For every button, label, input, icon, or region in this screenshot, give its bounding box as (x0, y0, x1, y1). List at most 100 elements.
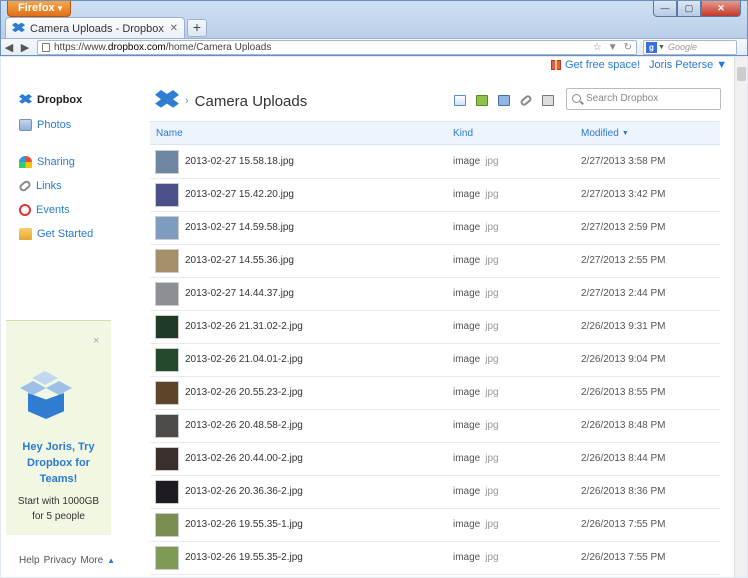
address-bar[interactable]: https://www.dropbox.com/home/Camera Uplo… (37, 40, 637, 55)
file-modified: 2/26/2013 9:31 PM (581, 321, 666, 332)
close-window-button[interactable]: ✕ (701, 1, 741, 17)
file-name[interactable]: 2013-02-27 14.55.36.jpg (185, 255, 294, 266)
tab-close-icon[interactable]: ✕ (170, 23, 178, 34)
file-name[interactable]: 2013-02-26 21.31.02-2.jpg (185, 321, 303, 332)
firefox-menu-button[interactable]: Firefox ▼ (7, 1, 71, 17)
teams-promo: × Hey Joris, Try Dropbox for Teams! Star… (6, 320, 111, 535)
file-name[interactable]: 2013-02-27 15.58.18.jpg (185, 156, 294, 167)
file-row[interactable]: 2013-02-26 20.44.00-2.jpg image jpg 2/26/20… (150, 443, 720, 476)
dropbox-box-illustration (20, 371, 72, 421)
page-scrollbar[interactable] (734, 57, 747, 577)
file-name[interactable]: 2013-02-26 20.44.00-2.jpg (185, 453, 303, 464)
file-row[interactable]: 2013-02-27 14.44.37.jpg image jpg 2/27/2013… (150, 278, 720, 311)
help-link[interactable]: Help (19, 555, 40, 566)
file-kind-label: image (453, 387, 481, 398)
show-deleted-icon[interactable] (542, 95, 554, 106)
file-name[interactable]: 2013-02-27 14.59.58.jpg (185, 222, 294, 233)
file-extension: jpg (485, 321, 499, 332)
file-thumbnail[interactable] (155, 447, 179, 471)
breadcrumb: › Camera Uploads (155, 90, 307, 112)
user-menu[interactable]: Joris Peterse ▼ (649, 59, 727, 71)
maximize-button[interactable]: ▢ (677, 1, 701, 17)
new-tab-button[interactable]: + (187, 19, 207, 37)
breadcrumb-separator: › (185, 95, 189, 107)
browser-search-field[interactable]: g ▼ Google (643, 40, 737, 55)
more-link[interactable]: More (80, 555, 103, 566)
column-header-modified[interactable]: Modified ▼ (581, 128, 629, 139)
column-header-kind[interactable]: Kind (453, 128, 473, 139)
file-kind-label: image (453, 321, 481, 332)
file-thumbnail[interactable] (155, 150, 179, 174)
file-list-header: Name Kind Modified ▼ (150, 121, 720, 145)
file-row[interactable]: 2013-02-26 21.04.01-2.jpg image jpg 2/26/20… (150, 344, 720, 377)
file-thumbnail[interactable] (155, 414, 179, 438)
file-row[interactable]: 2013-02-26 20.48.58-2.jpg image jpg 2/26/20… (150, 410, 720, 443)
promo-title-link[interactable]: Hey Joris, Try Dropbox for Teams! (6, 439, 111, 487)
file-row[interactable]: 2013-02-27 15.42.20.jpg image jpg 2/27/2013… (150, 179, 720, 212)
sidebar-item-events[interactable]: Events (19, 202, 70, 218)
sidebar-item-label: Sharing (37, 156, 75, 168)
file-name[interactable]: 2013-02-26 20.48.58-2.jpg (185, 420, 303, 431)
browser-tab[interactable]: Camera Uploads - Dropbox ✕ (5, 17, 185, 39)
url-prefix: https://www. (54, 42, 108, 53)
get-link-icon[interactable] (519, 93, 533, 108)
bookmark-star-icon[interactable]: ☆ (593, 41, 602, 54)
file-modified: 2/26/2013 8:36 PM (581, 486, 666, 497)
new-folder-icon[interactable] (476, 95, 488, 106)
get-free-space-label: Get free space! (565, 59, 641, 71)
file-thumbnail[interactable] (155, 546, 179, 570)
file-row[interactable]: 2013-02-26 19.55.35-2.jpg image jpg 2/26/20… (150, 542, 720, 575)
sidebar-item-get-started[interactable]: Get Started (19, 226, 93, 242)
sidebar-item-photos[interactable]: Photos (19, 117, 71, 133)
file-thumbnail[interactable] (155, 381, 179, 405)
file-kind: image jpg (453, 552, 499, 563)
minimize-button[interactable]: — (653, 1, 677, 17)
file-row[interactable]: 2013-02-26 19.55.35-1.jpg image jpg 2/26/20… (150, 509, 720, 542)
share-folder-icon[interactable] (498, 95, 510, 106)
history-dropdown-icon[interactable]: ▼ (608, 41, 618, 54)
file-thumbnail[interactable] (155, 348, 179, 372)
dropbox-home-icon[interactable] (155, 90, 179, 108)
get-free-space-link[interactable]: Get free space! (551, 59, 640, 71)
file-name[interactable]: 2013-02-26 19.55.35-1.jpg (185, 519, 303, 530)
file-name[interactable]: 2013-02-26 20.36.36-2.jpg (185, 486, 303, 497)
sidebar-item-dropbox[interactable]: Dropbox (19, 92, 82, 108)
reload-icon[interactable]: ↻ (624, 41, 632, 54)
google-icon[interactable]: g (646, 42, 657, 53)
file-list: 2013-02-27 15.58.18.jpg image jpg 2/27/2013… (150, 146, 720, 575)
file-thumbnail[interactable] (155, 216, 179, 240)
file-name[interactable]: 2013-02-27 15.42.20.jpg (185, 189, 294, 200)
file-row[interactable]: 2013-02-26 20.55.23-2.jpg image jpg 2/26/20… (150, 377, 720, 410)
file-row[interactable]: 2013-02-26 21.31.02-2.jpg image jpg 2/26/20… (150, 311, 720, 344)
file-kind: image jpg (453, 189, 499, 200)
file-thumbnail[interactable] (155, 513, 179, 537)
file-thumbnail[interactable] (155, 183, 179, 207)
file-name[interactable]: 2013-02-26 21.04.01-2.jpg (185, 354, 303, 365)
sidebar-item-links[interactable]: Links (17, 178, 62, 194)
file-row[interactable]: 2013-02-26 20.36.36-2.jpg image jpg 2/26/20… (150, 476, 720, 509)
file-row[interactable]: 2013-02-27 14.59.58.jpg image jpg 2/27/2013… (150, 212, 720, 245)
file-name[interactable]: 2013-02-26 19.55.35-2.jpg (185, 552, 303, 563)
file-thumbnail[interactable] (155, 480, 179, 504)
file-thumbnail[interactable] (155, 282, 179, 306)
back-arrow-icon[interactable]: ◀ (1, 41, 17, 54)
forward-arrow-icon[interactable]: ▶ (17, 41, 33, 54)
file-thumbnail[interactable] (155, 315, 179, 339)
scrollbar-thumb[interactable] (737, 67, 746, 81)
chevron-up-icon[interactable]: ▲ (107, 556, 115, 565)
column-header-name[interactable]: Name (156, 128, 183, 139)
search-input[interactable]: Search Dropbox (566, 88, 721, 110)
search-engine-dropdown-icon[interactable]: ▼ (658, 41, 665, 54)
page-title: Camera Uploads (194, 92, 308, 110)
file-name[interactable]: 2013-02-26 20.55.23-2.jpg (185, 387, 303, 398)
file-row[interactable]: 2013-02-27 15.58.18.jpg image jpg 2/27/2013… (150, 146, 720, 179)
upload-icon[interactable] (454, 95, 466, 106)
file-thumbnail[interactable] (155, 249, 179, 273)
sidebar-item-sharing[interactable]: Sharing (19, 154, 75, 170)
privacy-link[interactable]: Privacy (44, 555, 77, 566)
file-name[interactable]: 2013-02-27 14.44.37.jpg (185, 288, 294, 299)
close-icon[interactable]: × (93, 335, 99, 347)
file-row[interactable]: 2013-02-27 14.55.36.jpg image jpg 2/27/2013… (150, 245, 720, 278)
sharing-icon (19, 156, 32, 168)
file-extension: jpg (485, 222, 499, 233)
